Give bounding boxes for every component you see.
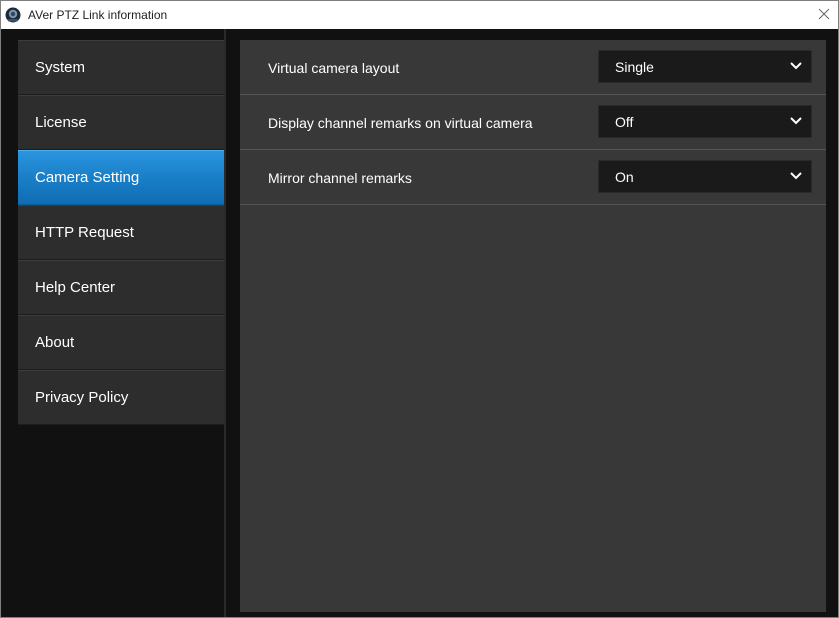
sidebar-item-label: Privacy Policy xyxy=(35,389,129,406)
sidebar-divider xyxy=(224,29,226,617)
sidebar-item-camera-setting[interactable]: Camera Setting xyxy=(18,150,224,205)
app-window: AVer PTZ Link information System License… xyxy=(0,0,839,618)
setting-row-display-channel-remarks: Display channel remarks on virtual camer… xyxy=(240,95,826,150)
setting-label: Virtual camera layout xyxy=(268,60,400,76)
setting-label: Display channel remarks on virtual camer… xyxy=(268,115,533,131)
virtual-camera-layout-select[interactable]: Single xyxy=(598,50,812,83)
sidebar-item-license[interactable]: License xyxy=(18,95,224,150)
sidebar-item-label: About xyxy=(35,334,75,351)
sidebar-item-label: License xyxy=(35,114,87,131)
sidebar-item-http-request[interactable]: HTTP Request xyxy=(18,205,224,260)
sidebar-nav: System License Camera Setting HTTP Reque… xyxy=(18,40,224,425)
setting-label: Mirror channel remarks xyxy=(268,170,412,186)
window-title: AVer PTZ Link information xyxy=(28,8,168,22)
select-value: Single xyxy=(615,59,654,75)
aver-logo-icon xyxy=(5,7,21,23)
chevron-down-icon xyxy=(790,172,802,180)
display-channel-remarks-select[interactable]: Off xyxy=(598,105,812,138)
mirror-channel-remarks-select[interactable]: On xyxy=(598,160,812,193)
chevron-down-icon xyxy=(790,117,802,125)
sidebar-item-label: System xyxy=(35,59,86,76)
chevron-down-icon xyxy=(790,62,802,70)
sidebar-item-label: Help Center xyxy=(35,279,116,296)
setting-row-virtual-camera-layout: Virtual camera layout Single xyxy=(240,40,826,95)
camera-settings-panel: Virtual camera layout Single Display cha… xyxy=(240,40,826,612)
title-bar[interactable]: AVer PTZ Link information xyxy=(1,1,838,29)
sidebar-item-about[interactable]: About xyxy=(18,315,224,370)
sidebar-item-help-center[interactable]: Help Center xyxy=(18,260,224,315)
sidebar-item-system[interactable]: System xyxy=(18,40,224,95)
sidebar-item-label: Camera Setting xyxy=(35,169,140,186)
close-icon[interactable] xyxy=(816,6,832,22)
sidebar-item-privacy-policy[interactable]: Privacy Policy xyxy=(18,370,224,425)
setting-row-mirror-channel-remarks: Mirror channel remarks On xyxy=(240,150,826,205)
select-value: On xyxy=(615,169,634,185)
select-value: Off xyxy=(615,114,634,130)
sidebar-item-label: HTTP Request xyxy=(35,224,134,241)
